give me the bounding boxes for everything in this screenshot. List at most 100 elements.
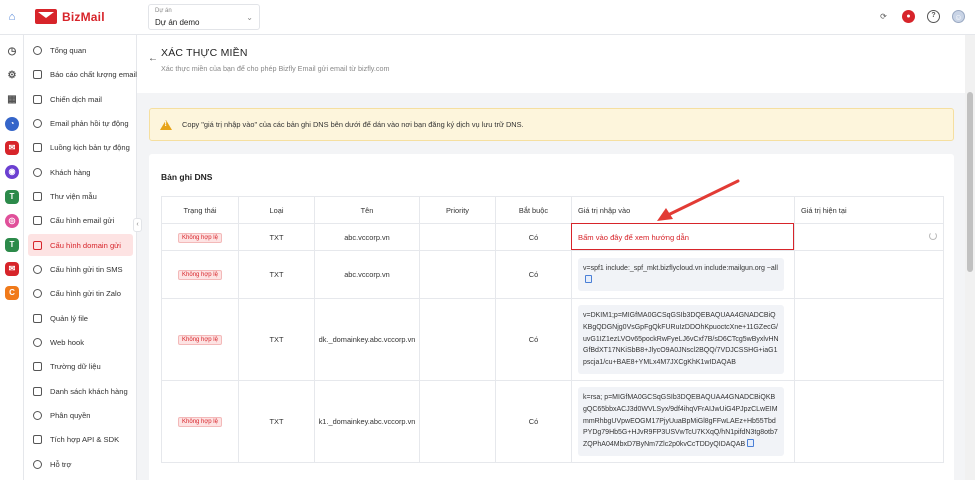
app-icon-bizmail[interactable]: ✉	[5, 141, 19, 155]
app-icon-8[interactable]: C	[5, 286, 19, 300]
input-value-cell: v=spf1 include:_spf_mkt.bizflycloud.vn i…	[571, 250, 795, 299]
required-cell: Có	[495, 380, 572, 463]
customer-list-icon	[33, 386, 42, 396]
sidebar-item-domain-config[interactable]: Cấu hình domain gửi	[28, 234, 133, 256]
avatar[interactable]: ☺	[952, 10, 965, 23]
status-badge: Không hợp lệ	[178, 270, 222, 280]
name-cell: abc.vccorp.vn	[314, 250, 420, 299]
sidebar-item-label: Danh sách khách hàng	[50, 386, 128, 396]
dns-value-box[interactable]: v=DKIM1;p=MIGfMA0GCSqGSIb3DQEBAQUAA4GNAD…	[578, 305, 784, 374]
top-bar: ⌂ BizMail Dự án Dự án demo ⌄ ⟳ ● ? ☺	[0, 0, 975, 35]
table-header-row: Trạng thái Loại Tên Priority Bắt buộc Gi…	[161, 196, 944, 224]
input-value-cell: k=rsa; p=MIGfMA0GCSqGSIb3DQEBAQUAA4GNADC…	[571, 380, 795, 463]
help-icon[interactable]: ?	[927, 10, 940, 23]
email-config-icon	[33, 215, 42, 225]
name-cell: dk._domainkey.abc.vccorp.vn	[314, 298, 420, 381]
page-scrollbar[interactable]	[965, 35, 975, 480]
app-icon-1[interactable]: ◔	[5, 117, 19, 131]
sidebar-item-overview[interactable]: Tổng quan	[28, 39, 133, 61]
required-cell: Có	[495, 250, 572, 299]
sidebar-item-permissions[interactable]: Phân quyền	[28, 404, 133, 426]
sidebar-item-label: Quản lý file	[50, 313, 88, 323]
priority-cell	[419, 298, 496, 381]
sidebar-item-workflow[interactable]: Luồng kịch bản tự động	[28, 136, 133, 158]
chevron-down-icon: ⌄	[246, 13, 253, 22]
sidebar-item-templates[interactable]: Thư viện mẫu	[28, 185, 133, 207]
grid-icon[interactable]: ▦	[5, 93, 19, 107]
project-select[interactable]: Dự án Dự án demo ⌄	[148, 4, 260, 30]
settings-icon[interactable]: ⚙	[5, 69, 19, 83]
name-cell: abc.vccorp.vn	[314, 223, 420, 251]
copy-icon[interactable]	[747, 439, 755, 448]
sidebar-item-label: Phân quyền	[50, 410, 91, 420]
sidebar-item-customers[interactable]: Khách hàng	[28, 161, 133, 183]
api-icon	[33, 434, 42, 444]
type-cell: TXT	[238, 223, 315, 251]
sidebar-item-file-manager[interactable]: Quản lý file	[28, 307, 133, 329]
app-icon-7[interactable]: ✉	[5, 262, 19, 276]
brand-logo[interactable]: BizMail	[35, 9, 105, 24]
sidebar-item-sms-config[interactable]: Cấu hình gửi tin SMS	[28, 258, 133, 280]
sidebar-item-customer-list[interactable]: Danh sách khách hàng	[28, 380, 133, 402]
dns-value-text: v=DKIM1;p=MIGfMA0GCSqGSIb3DQEBAQUAA4GNAD…	[583, 312, 779, 367]
section-title: Bản ghi DNS	[161, 172, 213, 182]
domain-config-icon	[33, 240, 42, 250]
template-icon	[33, 191, 42, 201]
app-icon-3[interactable]: ◉	[5, 165, 19, 179]
zalo-config-icon	[33, 288, 42, 298]
back-arrow-icon[interactable]: ←	[148, 53, 158, 64]
customers-icon	[33, 167, 42, 177]
scrollbar-thumb[interactable]	[967, 92, 973, 272]
sidebar-item-label: Chiến dịch mail	[50, 94, 102, 104]
status-badge: Không hợp lệ	[178, 417, 222, 427]
main-content: ← XÁC THỰC MIỀN Xác thực miền của bạn để…	[137, 35, 965, 480]
page-subtitle: Xác thực miền của bạn để cho phép Bizfly…	[161, 64, 390, 73]
sidebar-item-label: Trường dữ liệu	[50, 361, 101, 371]
mail-logo-icon	[35, 9, 57, 24]
column-header-name: Tên	[314, 196, 420, 224]
info-alert: Copy "giá trị nhập vào" của các bản ghi …	[149, 108, 954, 141]
sidebar-item-webhook[interactable]: Web hook	[28, 331, 133, 353]
priority-cell	[419, 223, 496, 251]
sidebar-item-label: Luồng kịch bản tự động	[50, 142, 130, 152]
sidebar-item-label: Web hook	[50, 337, 85, 347]
sidebar-item-label: Khách hàng	[50, 167, 91, 177]
app-icon-6[interactable]: T	[5, 238, 19, 252]
sidebar: Tổng quan Báo cáo chất lượng email Chiến…	[24, 35, 137, 480]
table-row: Không hợp lệ TXT k1._domainkey.abc.vccor…	[161, 380, 944, 463]
guide-cell: Bấm vào đây để xem hướng dẫn	[571, 223, 795, 251]
campaign-icon	[33, 94, 42, 104]
sidebar-item-data-fields[interactable]: Trường dữ liệu	[28, 355, 133, 377]
app-icon-5[interactable]: ◎	[5, 214, 19, 228]
sidebar-item-zalo-config[interactable]: Cấu hình gửi tin Zalo	[28, 282, 133, 304]
app-icon-4[interactable]: T	[5, 190, 19, 204]
current-value-cell	[794, 223, 944, 251]
home-icon[interactable]: ⌂	[6, 11, 18, 23]
sidebar-item-email-report[interactable]: Báo cáo chất lượng email	[28, 63, 137, 85]
copy-icon[interactable]	[585, 274, 592, 283]
refresh-icon[interactable]: ⟳	[877, 10, 890, 23]
current-value-cell	[794, 380, 944, 463]
alert-text: Copy "giá trị nhập vào" của các bản ghi …	[182, 120, 524, 129]
autoreply-icon	[33, 118, 42, 128]
sidebar-item-label: Hỗ trợ	[50, 459, 72, 469]
sidebar-item-autoreply[interactable]: Email phản hồi tự động	[28, 112, 133, 134]
clock-icon[interactable]: ◷	[5, 45, 19, 59]
dns-value-box[interactable]: k=rsa; p=MIGfMA0GCSqGSIb3DQEBAQUAA4GNADC…	[578, 387, 784, 456]
dns-value-box[interactable]: v=spf1 include:_spf_mkt.bizflycloud.vn i…	[578, 257, 784, 292]
warning-icon	[160, 119, 172, 130]
type-cell: TXT	[238, 380, 315, 463]
type-cell: TXT	[238, 250, 315, 299]
file-icon	[33, 313, 42, 323]
highlight-box	[571, 223, 794, 250]
sidebar-item-label: Thư viện mẫu	[50, 191, 97, 201]
column-header-status: Trạng thái	[161, 196, 239, 224]
page-header: ← XÁC THỰC MIỀN Xác thực miền của bạn để…	[137, 35, 965, 93]
sidebar-item-campaign[interactable]: Chiến dịch mail	[28, 88, 133, 110]
app-rail: ◷ ⚙ ▦ ◔ ✉ ◉ T ◎ T ✉ C	[0, 35, 24, 480]
sidebar-item-api-sdk[interactable]: Tích hợp API & SDK	[28, 428, 133, 450]
notification-icon[interactable]: ●	[902, 10, 915, 23]
brand-name: BizMail	[62, 9, 105, 24]
sidebar-item-email-config[interactable]: Cấu hình email gửi	[28, 209, 133, 231]
sidebar-item-support[interactable]: Hỗ trợ	[28, 453, 133, 475]
